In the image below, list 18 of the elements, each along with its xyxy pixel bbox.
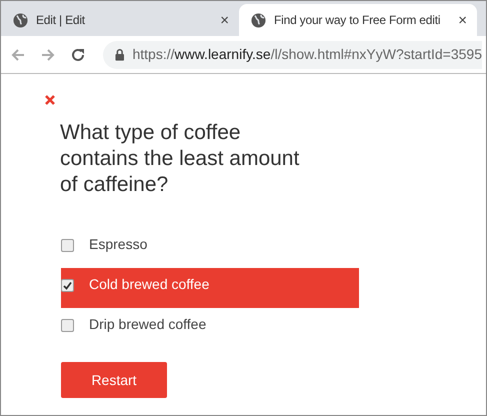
checkbox[interactable] [61, 279, 74, 292]
restart-button[interactable]: Restart [61, 362, 167, 398]
question-text: What type of coffee contains the least amount of caffeine? [60, 120, 300, 198]
tab-close-button[interactable]: × [220, 12, 229, 28]
option-label[interactable]: Cold brewed coffee [89, 274, 210, 295]
browser-tab[interactable]: Find your way to Free Form editi × [239, 4, 477, 36]
option-label[interactable]: Espresso [89, 234, 148, 255]
url-text: https://www.learnify.se/l/show.html#nxYyW?startId=3595 [132, 45, 482, 64]
close-icon[interactable] [45, 94, 55, 105]
tab-close-button[interactable]: × [458, 12, 467, 28]
address-bar[interactable]: https://www.learnify.se/l/show.html#nxYyW?startId=3595 [103, 40, 482, 68]
checkbox[interactable] [61, 239, 74, 252]
option-label[interactable]: Drip brewed coffee [89, 314, 206, 335]
globe-icon [13, 12, 28, 28]
browser-tab[interactable]: Edit | Edit × [1, 4, 239, 36]
lock-icon [115, 48, 124, 61]
globe-icon [251, 12, 266, 28]
checkbox[interactable] [61, 319, 74, 332]
